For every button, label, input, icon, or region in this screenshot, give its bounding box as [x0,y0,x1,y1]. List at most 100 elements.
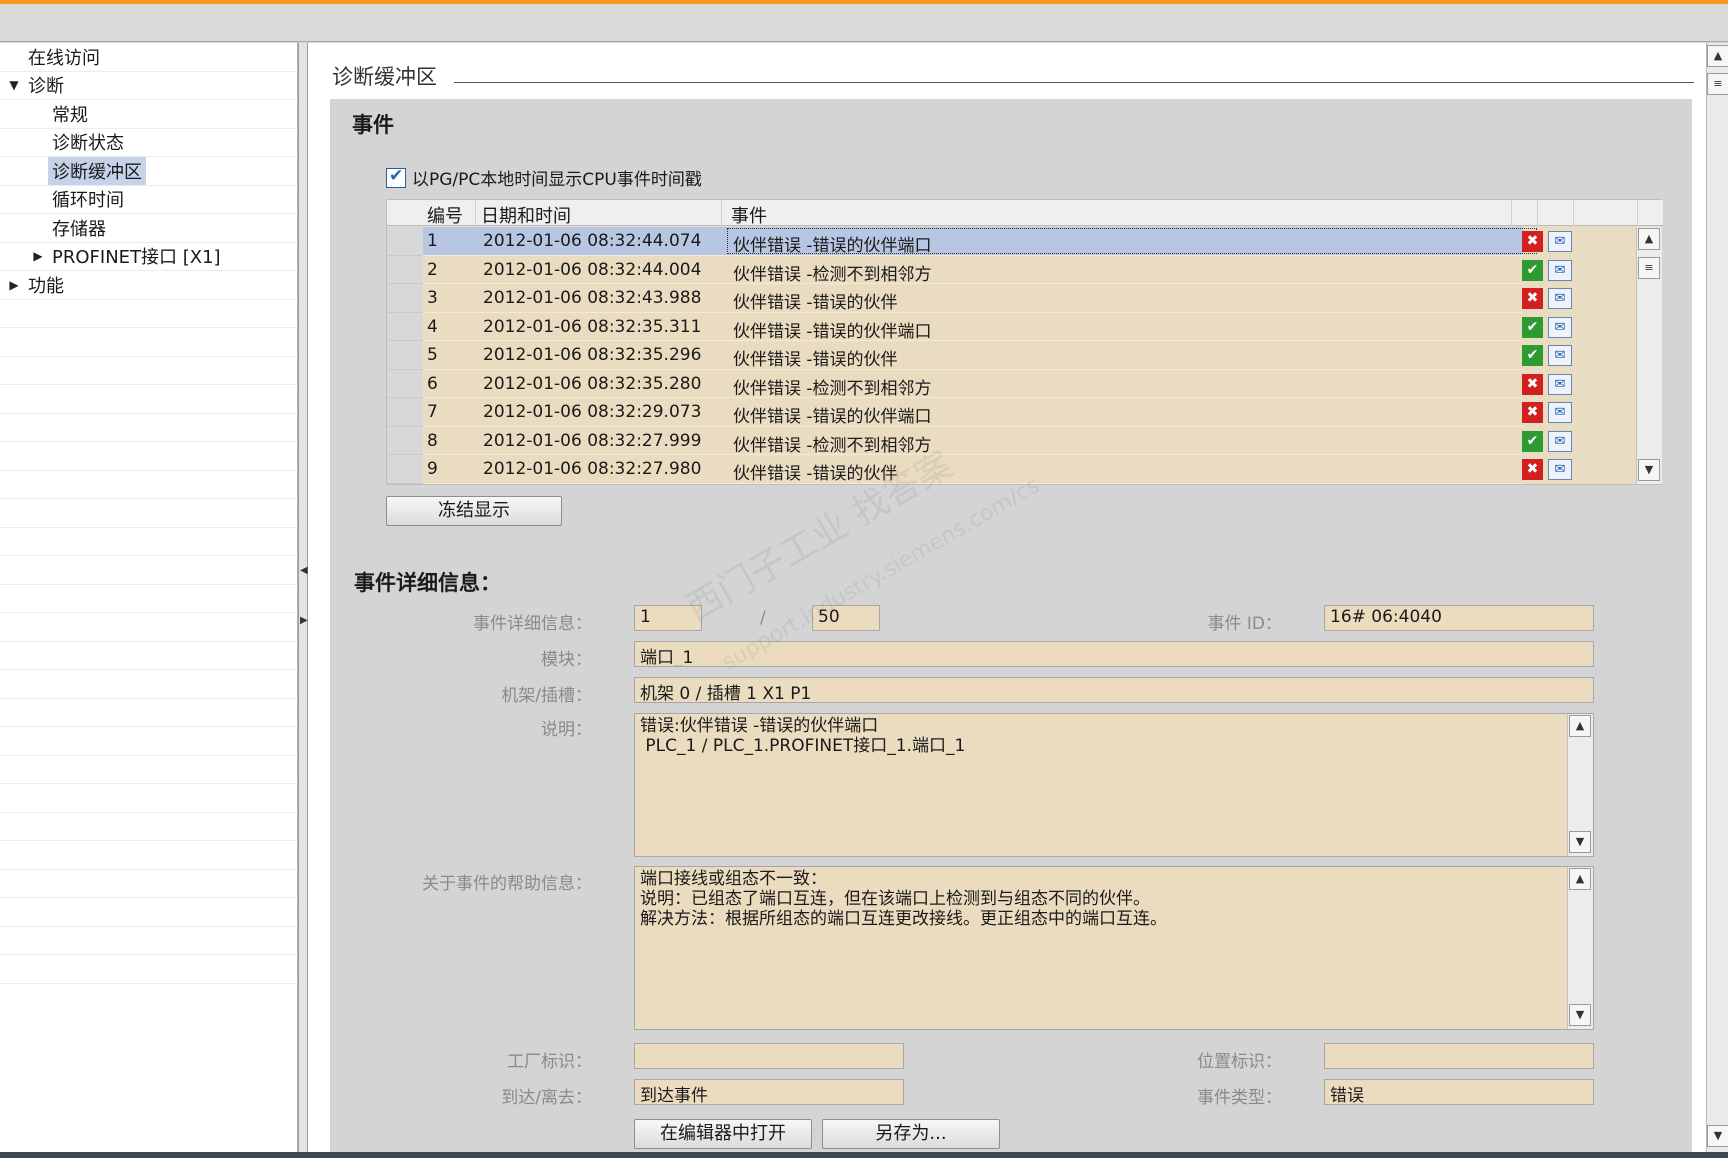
events-heading: 事件 [352,113,394,137]
cell-number: 3 [427,288,438,308]
ok-status-icon: ✔ [1522,345,1543,366]
ok-status-icon: ✔ [1522,430,1543,452]
open-in-editor-button[interactable]: 在编辑器中打开 [634,1119,812,1149]
section-divider [454,82,1694,83]
module-label: 模块： [541,650,592,670]
sidebar-item-diagnostic-buffer[interactable]: 诊断缓冲区 [0,156,297,186]
help-icon[interactable]: ✉ [1548,345,1572,366]
col-header-event[interactable]: 事件 [731,202,767,228]
event-index-separator: / [760,608,766,628]
nav-empty-row [0,727,297,756]
col-header-datetime[interactable]: 日期和时间 [481,202,571,228]
event-type-label: 事件类型： [1197,1088,1282,1108]
scroll-up-icon[interactable]: ▲ [1569,715,1591,737]
table-row[interactable]: ✖ ✉ 1 2012-01-06 08:32:44.074 伙伴错误 -错误的伙… [387,227,1663,256]
scroll-down-icon[interactable]: ▼ [1569,831,1591,853]
sidebar-item-cycle-time[interactable]: 循环时间 [0,186,297,214]
scroll-down-icon[interactable]: ▼ [1569,1004,1591,1026]
event-help-textarea[interactable]: 端口接线或组态不一致： 说明：已组态了端口互连，但在该端口上检测到与组态不同的伙… [634,866,1594,1030]
sidebar-item-diagnostic-status[interactable]: 诊断状态 [0,129,297,157]
event-total-field: 50 [812,605,880,631]
table-row[interactable]: ✖ ✉ 6 2012-01-06 08:32:35.280 伙伴错误 -检测不到… [387,369,1663,399]
nav-empty-row [0,613,297,642]
scroll-up-icon[interactable]: ▲ [1569,868,1591,890]
sidebar-item-diagnostics[interactable]: ▼ 诊断 [0,72,297,100]
sidebar-item-online-access[interactable]: 在线访问 [0,43,297,72]
page-scrollbar[interactable]: ▲ ≡ ▼ [1706,43,1728,1153]
scroll-thumb[interactable]: ≡ [1638,257,1660,279]
row-header [387,312,423,341]
event-index-field[interactable]: 1 [634,605,702,631]
table-row[interactable]: ✔ ✉ 5 2012-01-06 08:32:35.296 伙伴错误 -错误的伙… [387,341,1663,370]
nav-empty-row [0,328,297,357]
cell-event: 伙伴错误 -错误的伙伴端口 [733,321,932,342]
rack-slot-field: 机架 0 / 插槽 1 X1 P1 [634,677,1594,703]
scroll-up-icon[interactable]: ▲ [1638,228,1660,250]
table-row[interactable]: ✔ ✉ 2 2012-01-06 08:32:44.004 伙伴错误 -检测不到… [387,255,1663,285]
nav-empty-row [0,927,297,955]
help-icon[interactable]: ✉ [1548,430,1572,452]
table-row[interactable]: ✔ ✉ 8 2012-01-06 08:32:27.999 伙伴错误 -检测不到… [387,426,1663,456]
expand-right-icon[interactable]: ▶ [30,249,46,263]
sidebar-item-label: 诊断缓冲区 [48,156,146,185]
col-separator [1511,200,1512,226]
collapse-left-icon[interactable]: ◀ [300,565,308,576]
help-icon[interactable]: ✉ [1548,316,1572,338]
cell-number: 6 [427,373,438,394]
location-id-field [1324,1043,1594,1069]
expand-right-icon[interactable]: ▶ [300,615,308,626]
description-textarea[interactable]: 错误:伙伴错误 -错误的伙伴端口 PLC_1 / PLC_1.PROFINET接… [634,713,1594,857]
sidebar-item-general[interactable]: 常规 [0,100,297,129]
nav-empty-row [0,357,297,385]
col-separator [721,200,722,226]
description-scrollbar[interactable]: ▲ ▼ [1567,714,1593,856]
event-id-label: 事件 ID： [1207,614,1282,634]
help-icon[interactable]: ✉ [1548,259,1572,281]
col-header-number[interactable]: 编号 [427,202,463,228]
scroll-down-icon[interactable]: ▼ [1707,1125,1728,1147]
sidebar-item-memory[interactable]: 存储器 [0,214,297,243]
help-icon[interactable]: ✉ [1548,231,1572,252]
nav-empty-row [0,841,297,870]
help-icon[interactable]: ✉ [1548,459,1572,480]
save-as-button[interactable]: 另存为... [822,1119,1000,1149]
sidebar-item-label: PROFINET接口 [X1] [52,247,221,269]
sidebar-item-profinet-interface[interactable]: ▶ PROFINET接口 [X1] [0,243,297,271]
table-row[interactable]: ✖ ✉ 7 2012-01-06 08:32:29.073 伙伴错误 -错误的伙… [387,398,1663,427]
status-bar [0,1152,1728,1158]
scroll-up-icon[interactable]: ▲ [1707,45,1728,67]
expand-down-icon[interactable]: ▼ [6,78,22,92]
expand-right-icon[interactable]: ▶ [6,278,22,292]
cell-event: 伙伴错误 -检测不到相邻方 [733,264,932,285]
error-status-icon: ✖ [1522,459,1543,480]
description-line: PLC_1 / PLC_1.PROFINET接口_1.端口_1 [640,736,966,756]
cell-datetime: 2012-01-06 08:32:35.296 [483,345,702,365]
help-icon[interactable]: ✉ [1548,288,1572,309]
row-header [387,341,423,370]
help-scrollbar[interactable]: ▲ ▼ [1567,867,1593,1029]
local-time-option[interactable]: 以PG/PC本地时间显示CPU事件时间戳 [386,165,702,190]
col-separator [1637,200,1638,226]
scroll-thumb[interactable]: ≡ [1707,73,1728,95]
event-id-field: 16# 06:4040 [1324,605,1594,631]
scroll-down-icon[interactable]: ▼ [1638,459,1660,481]
cell-datetime: 2012-01-06 08:32:43.988 [483,288,702,308]
row-header [387,227,423,256]
events-table-scrollbar[interactable]: ▲ ≡ ▼ [1636,227,1662,484]
sidebar-item-label: 常规 [52,104,88,126]
table-row[interactable]: ✖ ✉ 9 2012-01-06 08:32:27.980 伙伴错误 -错误的伙… [387,455,1663,484]
sidebar-item-label: 功能 [28,275,64,297]
freeze-display-button[interactable]: 冻结显示 [386,496,562,526]
help-icon[interactable]: ✉ [1548,402,1572,423]
error-status-icon: ✖ [1522,288,1543,309]
diagnostic-buffer-panel: 事件 以PG/PC本地时间显示CPU事件时间戳 编号 日期和时间 事件 [330,99,1692,1153]
col-separator [1573,200,1574,226]
table-row[interactable]: ✔ ✉ 4 2012-01-06 08:32:35.311 伙伴错误 -错误的伙… [387,312,1663,342]
sidebar-item-functions[interactable]: ▶ 功能 [0,271,297,300]
local-time-checkbox[interactable] [386,166,406,188]
arrive-leave-field: 到达事件 [634,1079,904,1105]
help-icon[interactable]: ✉ [1548,373,1572,395]
plant-id-field [634,1043,904,1069]
table-row[interactable]: ✖ ✉ 3 2012-01-06 08:32:43.988 伙伴错误 -错误的伙… [387,284,1663,313]
panel-splitter[interactable]: ◀ ▶ [298,43,308,1153]
